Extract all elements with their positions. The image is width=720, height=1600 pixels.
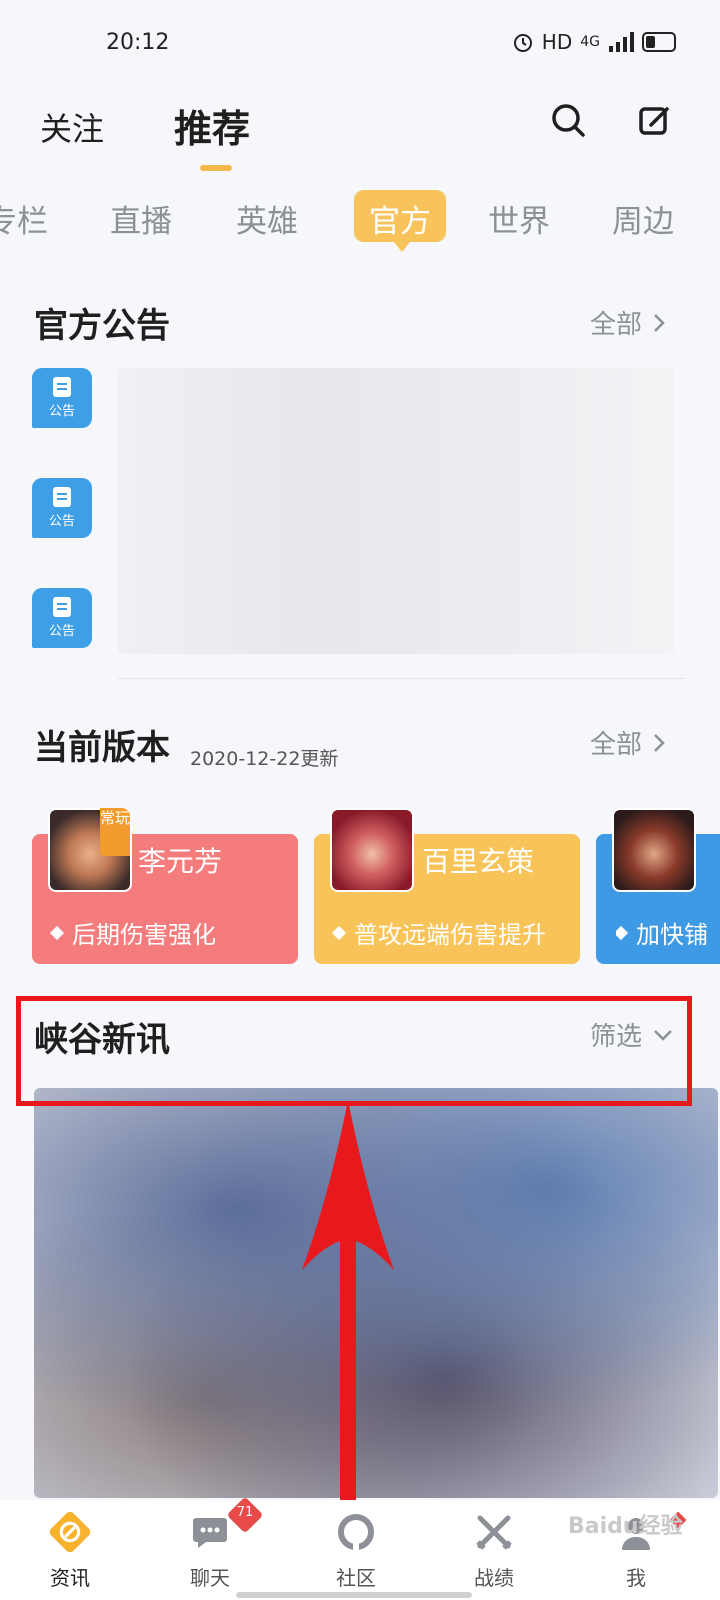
record-icon [472, 1510, 516, 1554]
announcement-item[interactable]: 公告 [32, 588, 92, 648]
nav-label: 我 [626, 1566, 646, 1590]
edit-icon[interactable] [638, 104, 672, 138]
diamond-icon [616, 925, 629, 940]
document-icon [53, 597, 71, 617]
diamond-icon [49, 925, 65, 940]
nav-label: 社区 [336, 1566, 376, 1590]
search-icon[interactable] [550, 102, 586, 138]
announcements-title: 官方公告 [34, 306, 170, 346]
hero-change-text: 普攻远端伤害提升 [354, 921, 546, 949]
arrow-up-icon [302, 1100, 394, 1270]
tab-follow[interactable]: 关注 [40, 104, 104, 150]
news-icon [48, 1510, 92, 1554]
hero-change-text: 加快铺 [636, 921, 708, 949]
category-column[interactable]: 专栏 [0, 196, 48, 241]
document-icon [53, 377, 71, 397]
nav-news[interactable]: 资讯 [20, 1510, 120, 1591]
category-world[interactable]: 世界 [488, 196, 550, 241]
diamond-icon [331, 925, 347, 940]
announcement-item[interactable]: 公告 [32, 368, 92, 428]
annotation-highlight-box [16, 996, 692, 1106]
network-label: HD [541, 30, 573, 54]
announcement-tag: 公告 [48, 514, 75, 529]
category-official[interactable]: 官方 [354, 196, 446, 241]
signal-icon [609, 32, 634, 52]
chat-badge-count: 71 [236, 1505, 254, 1520]
chat-icon [188, 1510, 232, 1554]
signal-label: 4G [580, 34, 600, 50]
nav-label: 战绩 [474, 1566, 514, 1590]
version-more-label: 全部 [590, 730, 643, 760]
watermark: Baidu经验 [568, 1514, 683, 1539]
version-date: 2020-12-22更新 [190, 748, 339, 770]
hero-change: 后期伤害强化 [49, 915, 216, 950]
hero-avatar [330, 808, 414, 892]
hero-change: 普攻远端伤害提升 [331, 915, 546, 950]
announcement-item[interactable]: 公告 [32, 478, 92, 538]
status-icons: HD 4G [512, 30, 676, 54]
hero-change-text: 后期伤害强化 [72, 921, 216, 949]
nav-community[interactable]: 社区 [306, 1510, 406, 1591]
often-played-badge: 常玩 [100, 808, 130, 856]
version-more-button[interactable]: 全部 [590, 724, 666, 761]
tab-recommend[interactable]: 推荐 [174, 98, 250, 153]
announcement-tag: 公告 [48, 624, 75, 639]
tab-indicator [200, 165, 232, 171]
nav-label: 资讯 [50, 1566, 90, 1590]
battery-icon [642, 32, 676, 52]
section-divider [118, 678, 686, 679]
category-live[interactable]: 直播 [110, 196, 172, 241]
hero-avatar [612, 808, 696, 892]
chevron-right-icon [654, 313, 665, 332]
announcement-tag: 公告 [48, 404, 75, 419]
nav-record[interactable]: 战绩 [444, 1510, 544, 1591]
home-indicator [236, 1592, 472, 1598]
version-title: 当前版本 [34, 728, 170, 768]
category-hero[interactable]: 英雄 [236, 196, 298, 241]
announcements-more-label: 全部 [590, 310, 643, 340]
hero-change: 加快铺 [616, 915, 720, 950]
category-peripheral[interactable]: 周边 [612, 196, 674, 241]
announcements-more-button[interactable]: 全部 [590, 304, 666, 341]
status-time: 20:12 [106, 30, 170, 55]
hero-name: 李元芳 [138, 845, 223, 878]
hero-name: 百里玄策 [422, 845, 535, 878]
document-icon [53, 487, 71, 507]
community-icon [334, 1510, 378, 1554]
alarm-icon [513, 34, 532, 52]
nav-label: 聊天 [190, 1566, 230, 1590]
announcements-blurred-content[interactable] [118, 368, 674, 654]
chevron-right-icon [654, 733, 665, 752]
